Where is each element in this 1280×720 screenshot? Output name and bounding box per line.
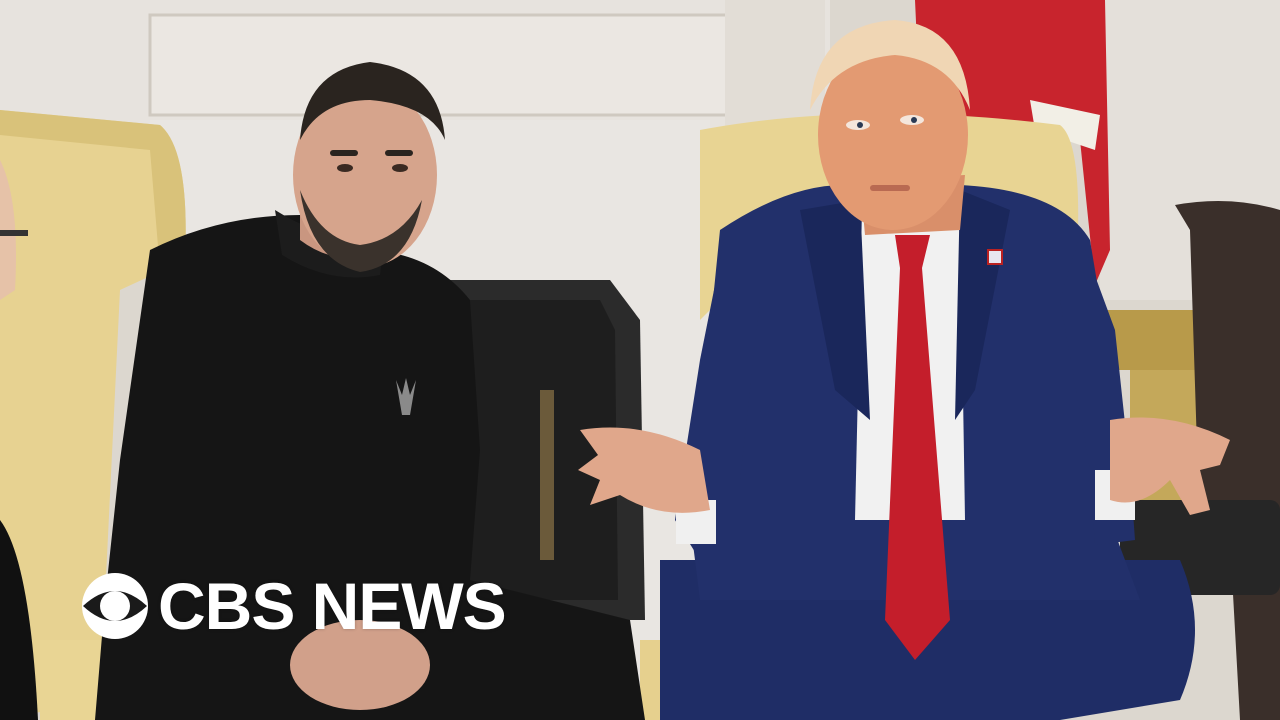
video-thumbnail[interactable]: CBS NEWS [0, 0, 1280, 720]
logo-wordmark: CBS NEWS [158, 569, 507, 643]
cbs-news-logo: CBS NEWS [80, 569, 507, 643]
cbs-eye-icon [82, 573, 148, 639]
